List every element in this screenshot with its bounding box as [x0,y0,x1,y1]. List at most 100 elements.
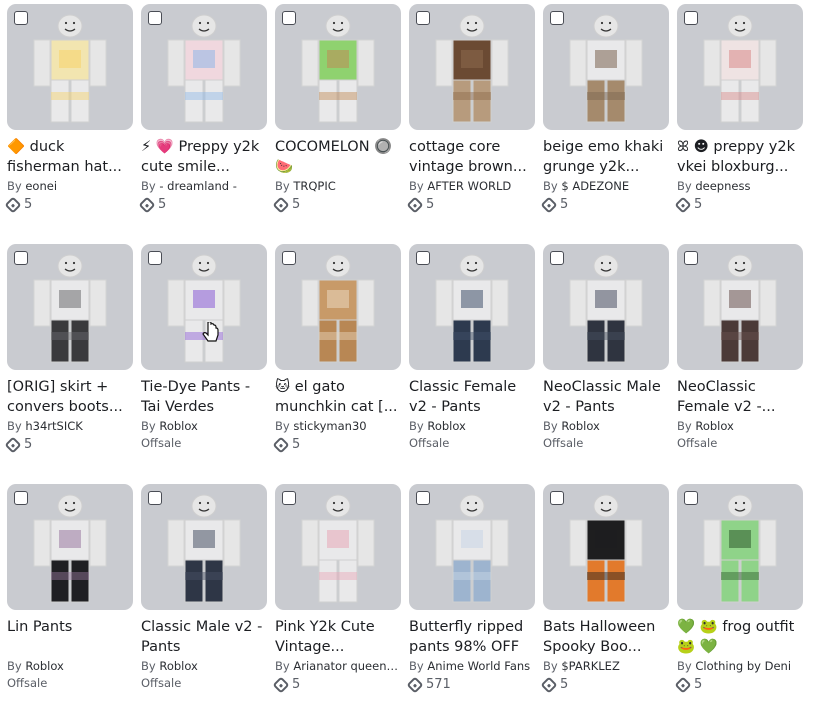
item-title[interactable]: 💚 🐸 frog outfit 🐸 💚 [677,617,803,657]
item-card[interactable]: ꕤ ☻ preppy y2k vkei bloxburg... By deepn… [674,4,803,214]
item-title[interactable]: Tie-Dye Pants - Tai Verdes [141,377,267,417]
creator-name[interactable]: $PARKLEZ [561,659,619,673]
item-title[interactable]: Pink Y2k Cute Vintage... [275,617,401,657]
item-card[interactable]: NeoClassic Male v2 - Pants By Roblox Off… [543,244,669,451]
item-thumbnail[interactable] [543,484,669,610]
item-creator[interactable]: By Roblox [409,418,535,434]
item-thumbnail[interactable] [7,4,133,130]
creator-name[interactable]: Roblox [159,659,198,673]
item-thumbnail[interactable] [7,244,133,370]
item-thumbnail[interactable] [275,484,401,610]
creator-name[interactable]: Roblox [159,419,198,433]
item-creator[interactable]: By Arianator queens... [275,658,401,674]
item-thumbnail[interactable] [677,484,803,610]
select-checkbox[interactable] [148,491,162,505]
item-thumbnail[interactable] [543,244,669,370]
item-creator[interactable]: By Anime World Fans [409,658,535,674]
item-thumbnail[interactable] [409,244,535,370]
item-title[interactable]: ⚡ 💗 Preppy y2k cute smile... [141,137,267,177]
item-thumbnail[interactable] [409,484,535,610]
item-creator[interactable]: By $ ADEZONE [543,178,669,194]
item-creator[interactable]: By - dreamland - [141,178,267,194]
item-title[interactable]: cottage core vintage brown... [409,137,535,177]
item-title[interactable]: beige emo khaki grunge y2k... [543,137,669,177]
creator-name[interactable]: deepness [695,179,750,193]
item-card[interactable]: beige emo khaki grunge y2k... By $ ADEZO… [540,4,669,214]
item-creator[interactable]: By Roblox [677,418,803,434]
item-thumbnail[interactable] [275,4,401,130]
item-card[interactable]: ⚡ 💗 Preppy y2k cute smile... By - dreaml… [138,4,267,214]
creator-name[interactable]: Arianator queens... [293,659,401,673]
item-title[interactable]: Butterfly ripped pants 98% OFF [409,617,535,657]
item-thumbnail[interactable] [7,484,133,610]
creator-name[interactable]: AFTER WORLD [427,179,511,193]
item-creator[interactable]: By Roblox [543,418,669,434]
item-card[interactable]: Butterfly ripped pants 98% OFF By Anime … [406,484,535,694]
creator-name[interactable]: Anime World Fans [427,659,530,673]
select-checkbox[interactable] [416,11,430,25]
item-card[interactable]: Tie-Dye Pants - Tai Verdes By Roblox Off… [141,244,267,451]
item-thumbnail[interactable] [543,4,669,130]
item-thumbnail[interactable] [141,244,267,370]
item-card[interactable]: cottage core vintage brown... By AFTER W… [406,4,535,214]
item-title[interactable]: NeoClassic Female v2 -... [677,377,803,417]
creator-name[interactable]: TRQPIC [293,179,335,193]
item-title[interactable]: Classic Female v2 - Pants [409,377,535,417]
select-checkbox[interactable] [282,251,296,265]
item-card[interactable]: COCOMELON 🔘 🍉 By TRQPIC 5 [272,4,401,214]
creator-name[interactable]: Roblox [25,659,64,673]
item-card[interactable]: Lin Pants By Roblox Offsale [7,484,133,691]
creator-name[interactable]: Roblox [561,419,600,433]
item-card[interactable]: 🔶 duck fisherman hat... By eonei 5 [4,4,133,214]
item-thumbnail[interactable] [677,4,803,130]
item-thumbnail[interactable] [409,4,535,130]
item-creator[interactable]: By Roblox [141,418,267,434]
item-creator[interactable]: By Roblox [7,658,133,674]
item-thumbnail[interactable] [275,244,401,370]
item-title[interactable]: 🔶 duck fisherman hat... [7,137,133,177]
item-creator[interactable]: By $PARKLEZ [543,658,669,674]
select-checkbox[interactable] [14,491,28,505]
select-checkbox[interactable] [550,251,564,265]
creator-name[interactable]: eonei [25,179,57,193]
item-title[interactable]: NeoClassic Male v2 - Pants [543,377,669,417]
select-checkbox[interactable] [550,491,564,505]
item-title[interactable]: COCOMELON 🔘 🍉 [275,137,401,177]
creator-name[interactable]: - dreamland - [159,179,237,193]
item-card[interactable]: [ORIG] skirt + convers boots... By h34rt… [4,244,133,454]
select-checkbox[interactable] [684,251,698,265]
select-checkbox[interactable] [14,11,28,25]
select-checkbox[interactable] [684,491,698,505]
item-creator[interactable]: By TRQPIC [275,178,401,194]
item-creator[interactable]: By Clothing by Deni [677,658,803,674]
select-checkbox[interactable] [148,251,162,265]
select-checkbox[interactable] [148,11,162,25]
item-title[interactable]: [ORIG] skirt + convers boots... [7,377,133,417]
item-card[interactable]: Classic Male v2 - Pants By Roblox Offsal… [141,484,267,691]
item-thumbnail[interactable] [677,244,803,370]
item-card[interactable]: 🐱 el gato munchkin cat [... By stickyman… [272,244,401,454]
item-card[interactable]: Bats Halloween Spooky Boo... By $PARKLEZ… [540,484,669,694]
item-title[interactable]: Lin Pants [7,617,133,657]
select-checkbox[interactable] [282,11,296,25]
item-title[interactable]: ꕤ ☻ preppy y2k vkei bloxburg... [677,137,803,177]
item-title[interactable]: Classic Male v2 - Pants [141,617,267,657]
item-card[interactable]: Classic Female v2 - Pants By Roblox Offs… [409,244,535,451]
creator-name[interactable]: Roblox [427,419,466,433]
item-thumbnail[interactable] [141,4,267,130]
select-checkbox[interactable] [282,491,296,505]
item-card[interactable]: 💚 🐸 frog outfit 🐸 💚 By Clothing by Deni … [674,484,803,694]
item-card[interactable]: Pink Y2k Cute Vintage... By Arianator qu… [272,484,401,694]
creator-name[interactable]: Clothing by Deni [695,659,791,673]
select-checkbox[interactable] [684,11,698,25]
item-title[interactable]: Bats Halloween Spooky Boo... [543,617,669,657]
creator-name[interactable]: stickyman30 [293,419,366,433]
creator-name[interactable]: h34rtSICK [25,419,82,433]
select-checkbox[interactable] [416,491,430,505]
item-card[interactable]: NeoClassic Female v2 -... By Roblox Offs… [677,244,803,451]
item-creator[interactable]: By AFTER WORLD [409,178,535,194]
item-creator[interactable]: By deepness [677,178,803,194]
select-checkbox[interactable] [550,11,564,25]
item-creator[interactable]: By Roblox [141,658,267,674]
select-checkbox[interactable] [416,251,430,265]
